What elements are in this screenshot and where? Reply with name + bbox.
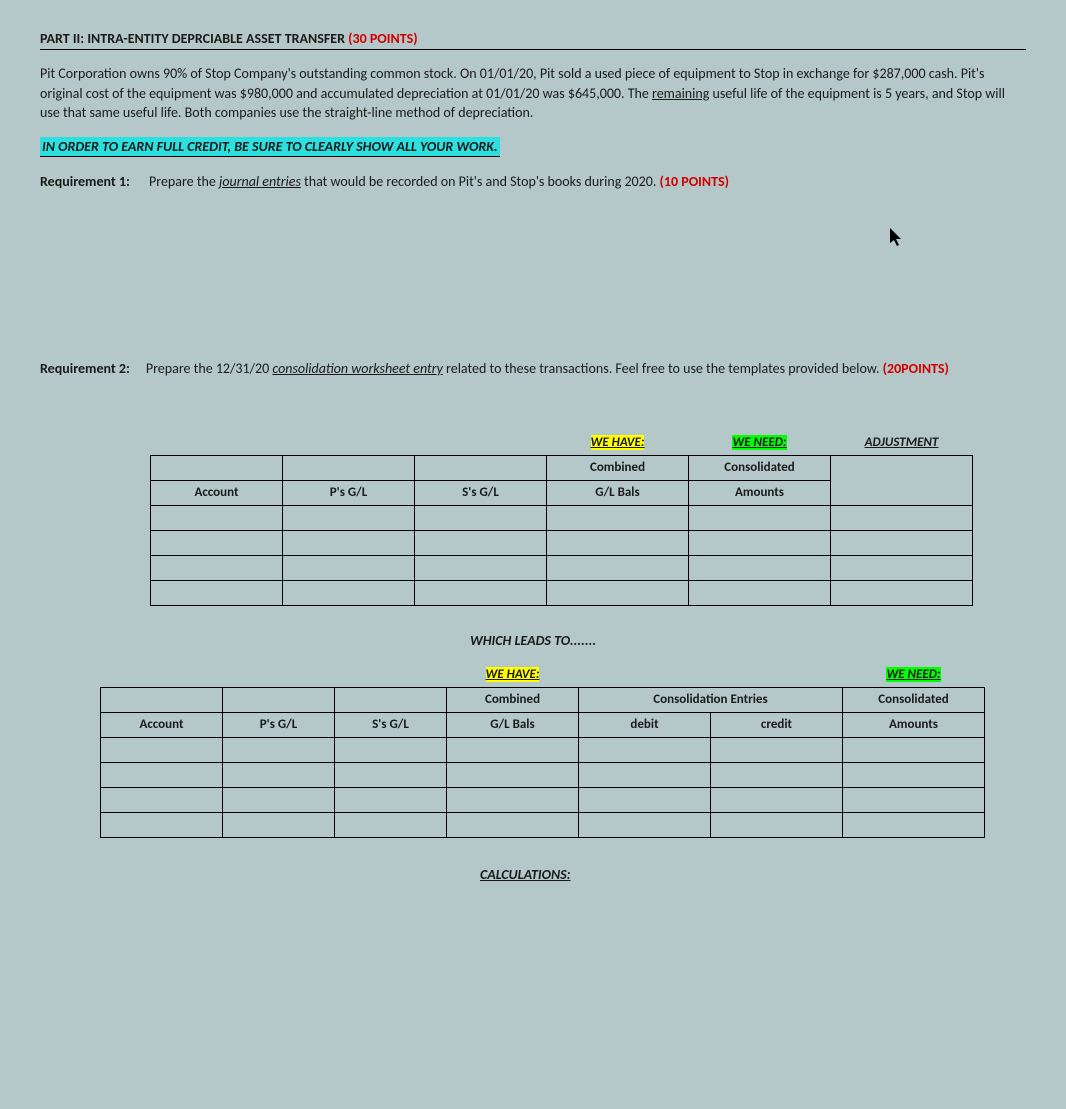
req2-label: Requirement 2: [40,360,130,377]
t1-combined1: Combined [547,455,689,480]
credit-notice: IN ORDER TO EARN FULL CREDIT, BE SURE TO… [40,137,500,157]
req1-text-a: Prepare the [149,173,219,190]
table-row [101,762,985,787]
t2-pgl: P's G/L [223,712,335,737]
t1-account: Account [151,480,283,505]
t1-wehave: WE HAVE: [591,435,645,450]
table-row [101,812,985,837]
req1-points: (10 POINTS) [660,173,729,190]
t1-consol1: Consolidated [689,455,831,480]
t1-consol2: Amounts [689,480,831,505]
req2-text-a: Prepare the 12/31/20 [146,360,273,377]
t2-sgl: S's G/L [335,712,447,737]
calculations-label: CALCULATIONS: [480,866,1026,883]
which-leads-to: WHICH LEADS TO....... [470,632,1026,649]
intro-underline: remaining [652,85,709,102]
t2-consol1: Consolidated [843,687,985,712]
requirement-2: Requirement 2: Prepare the 12/31/20 cons… [40,360,1026,377]
worksheet-table-1: WE HAVE: WE NEED: ADJUSTMENT Combined Co… [150,431,973,606]
requirement-1: Requirement 1: Prepare the journal entri… [40,173,1026,190]
part-text: INTRA-ENTITY DEPRCIABLE ASSET TRANSFER [87,30,345,47]
table-row [151,555,973,580]
t2-wehave: WE HAVE: [486,667,540,682]
t2-weneed: WE NEED: [886,667,940,682]
t1-pgl: P's G/L [283,480,415,505]
t1-weneed: WE NEED: [732,435,786,450]
t2-combined1: Combined [447,687,579,712]
table-row [151,505,973,530]
req1-underline: journal entries [219,173,301,190]
part-points: (30 POINTS) [348,30,417,47]
req1-text-b: that would be recorded on Pit's and Stop… [301,173,660,190]
t2-account: Account [101,712,223,737]
t1-sgl: S's G/L [415,480,547,505]
t1-combined2: G/L Bals [547,480,689,505]
req2-text-b: related to these transactions. Feel free… [443,360,883,377]
t2-consolentries: Consolidation Entries [579,687,843,712]
table-row [101,787,985,812]
worksheet-table-2: WE HAVE: WE NEED: Combined Consolidation… [100,663,985,838]
table-row [151,530,973,555]
req2-underline: consolidation worksheet entry [272,360,443,377]
t2-debit: debit [579,712,711,737]
part-title: PART II: INTRA-ENTITY DEPRCIABLE ASSET T… [40,30,1026,50]
table-row [101,737,985,762]
req1-label: Requirement 1: [40,173,130,190]
t2-credit: credit [711,712,843,737]
t2-combined2: G/L Bals [447,712,579,737]
part-label: PART II: [40,30,84,47]
intro-paragraph: Pit Corporation owns 90% of Stop Company… [40,64,1026,123]
req2-points: (20POINTS) [883,360,949,377]
table-row [151,580,973,605]
t1-adjustment: ADJUSTMENT [865,435,939,450]
t2-consol2: Amounts [843,712,985,737]
